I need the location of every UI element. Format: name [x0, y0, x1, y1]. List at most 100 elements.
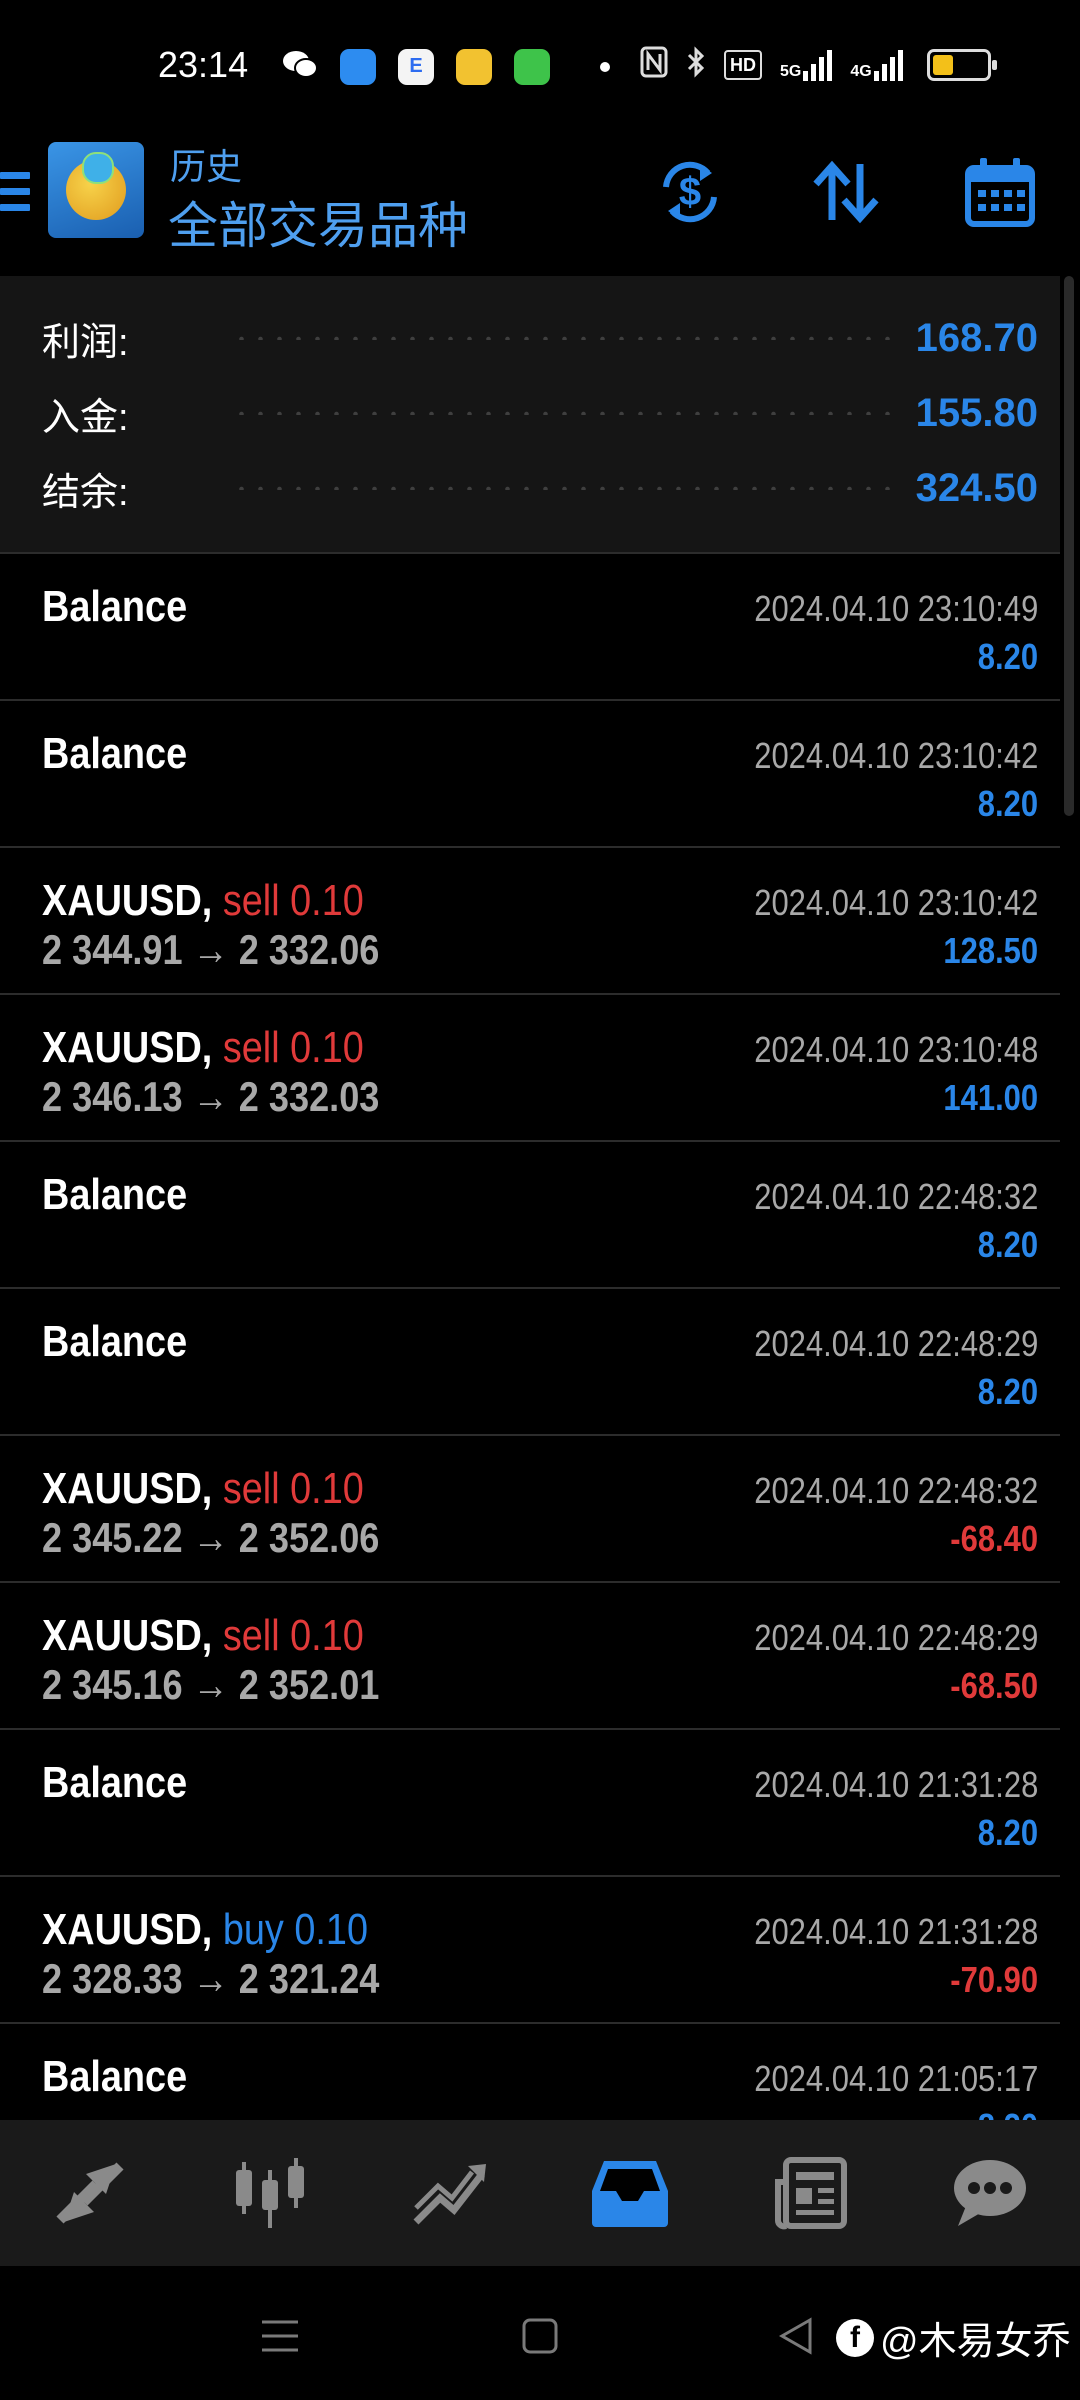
deal-volume: 0.10 [290, 1611, 364, 1660]
network-5g-label: 5G [780, 63, 802, 80]
balance-row: 结余: 324.50 [42, 458, 1038, 518]
tab-trade[interactable] [360, 2120, 540, 2266]
dollar-refresh-icon: $ [663, 161, 717, 223]
nfc-icon [640, 46, 668, 84]
deal-profit: 8.20 [977, 783, 1038, 824]
app-icon-yellow [456, 48, 492, 85]
app-header: 历史 全部交易品种 $ [0, 130, 1080, 276]
deal-row[interactable]: XAUUSD, buy 0.10 2 328.33 → 2 321.24 202… [0, 1875, 1060, 2023]
deal-prices: 2 345.16 → 2 352.01 [42, 1661, 380, 1708]
battery-icon [926, 49, 997, 81]
deal-symbol: Balance [42, 2052, 188, 2101]
tab-quotes[interactable] [0, 2120, 180, 2266]
dot-leader [232, 336, 896, 340]
deal-row[interactable]: Balance 2024.04.10 23:10:42 8.20 [0, 699, 1060, 847]
back-button[interactable] [766, 2306, 826, 2366]
deal-volume: 0.10 [294, 1905, 369, 1954]
deal-time: 2024.04.10 22:48:29 [753, 1323, 1038, 1364]
deal-symbol: Balance [42, 729, 188, 778]
deal-time: 2024.04.10 23:10:48 [753, 1029, 1038, 1070]
more-notifications-dot [600, 61, 610, 72]
deal-time: 2024.04.10 23:10:42 [753, 882, 1038, 923]
candlestick-chart-icon [236, 2158, 304, 2228]
tab-chat[interactable] [900, 2120, 1080, 2266]
hd-badge: HD [724, 50, 762, 80]
deal-side: sell [222, 876, 280, 925]
deal-profit: -70.90 [950, 1959, 1038, 2000]
deal-row[interactable]: Balance 2024.04.10 21:31:28 8.20 [0, 1728, 1060, 1876]
deal-side: sell [222, 1611, 280, 1660]
profit-value: 168.70 [915, 315, 1038, 360]
bluetooth-icon [686, 46, 706, 84]
deal-profit: -68.50 [950, 1665, 1038, 1706]
balance-label: 结余: [42, 471, 129, 514]
deal-side: buy [222, 1905, 284, 1954]
app-icon-white: E [398, 48, 434, 85]
deal-row[interactable]: Balance 2024.04.10 23:10:49 8.20 [0, 552, 1060, 700]
sort-arrows-icon [813, 160, 879, 224]
deal-time: 2024.04.10 22:48:32 [753, 1176, 1038, 1217]
deal-row[interactable]: XAUUSD, sell 0.10 2 344.91 → 2 332.06 20… [0, 846, 1060, 994]
deal-time: 2024.04.10 23:10:49 [753, 588, 1038, 629]
deposit-label: 入金: [42, 396, 129, 439]
watermark: f @木易女乔 [836, 2310, 1071, 2365]
deal-profit: 8.20 [978, 2106, 1038, 2120]
deal-profit: 128.50 [943, 930, 1038, 971]
sort-button[interactable] [806, 152, 886, 232]
network-4g-label: 4G [850, 63, 872, 80]
deal-profit: 8.20 [977, 636, 1038, 677]
deal-volume: 0.10 [290, 876, 364, 925]
home-button[interactable] [510, 2306, 570, 2366]
status-bar: 23:14 E HD 5G 4G [0, 0, 1080, 130]
history-summary: 利润: 168.70 入金: 155.80 结余: 324.50 [0, 276, 1060, 552]
svg-text:$: $ [679, 170, 701, 214]
tab-chart[interactable] [180, 2120, 360, 2266]
deal-volume: 0.10 [290, 1023, 364, 1072]
deal-time: 2024.04.10 22:48:32 [753, 1470, 1038, 1511]
deal-row[interactable]: XAUUSD, sell 0.10 2 345.22 → 2 352.06 20… [0, 1434, 1060, 1582]
recents-button[interactable] [250, 2306, 310, 2366]
back-triangle-icon [778, 2317, 812, 2355]
page-title[interactable]: 全部交易品种 [168, 186, 468, 258]
deal-prices: 2 328.33 → 2 321.24 [42, 1955, 380, 2002]
calendar-button[interactable] [960, 152, 1040, 232]
deal-prices: 2 345.22 → 2 352.06 [42, 1514, 380, 1561]
deal-symbol: XAUUSD, [42, 1905, 213, 1954]
deal-row[interactable]: Balance 2024.04.10 21:05:17 8.20 [0, 2022, 1060, 2120]
deposit-value: 155.80 [915, 390, 1038, 435]
wechat-icon [282, 48, 318, 85]
deal-row[interactable]: Balance 2024.04.10 22:48:32 8.20 [0, 1140, 1060, 1288]
metatrader-logo [48, 142, 144, 238]
system-nav-bar: f @木易女乔 [0, 2266, 1080, 2400]
history-inbox-icon [592, 2161, 668, 2227]
deal-row[interactable]: XAUUSD, sell 0.10 2 345.16 → 2 352.01 20… [0, 1581, 1060, 1729]
deal-symbol: Balance [42, 1170, 188, 1219]
deal-profit: 8.20 [977, 1371, 1038, 1412]
deal-time: 2024.04.10 21:05:17 [753, 2058, 1038, 2099]
deals-list: Balance 2024.04.10 23:10:49 8.20 Balance… [0, 552, 1060, 2120]
square-home-icon [522, 2318, 558, 2354]
app-icon-blue [340, 48, 376, 85]
deal-symbol: XAUUSD, [42, 876, 213, 925]
deal-profit: -68.40 [950, 1518, 1038, 1559]
deal-volume: 0.10 [290, 1464, 364, 1513]
currency-filter-button[interactable]: $ [650, 152, 730, 232]
scrollbar[interactable] [1064, 276, 1074, 816]
deal-prices: 2 344.91 → 2 332.06 [42, 926, 380, 973]
tab-news[interactable] [720, 2120, 900, 2266]
deal-time: 2024.04.10 22:48:29 [753, 1617, 1038, 1658]
facebook-logo-icon: f [836, 2318, 874, 2357]
deal-time: 2024.04.10 21:31:28 [753, 1764, 1038, 1805]
deal-symbol: Balance [42, 1317, 188, 1366]
status-time: 23:14 [158, 44, 249, 85]
deposit-row: 入金: 155.80 [42, 383, 1038, 443]
tab-history[interactable] [540, 2120, 720, 2266]
calendar-icon [965, 158, 1035, 227]
deal-row[interactable]: XAUUSD, sell 0.10 2 346.13 → 2 332.03 20… [0, 993, 1060, 1141]
deal-prices: 2 346.13 → 2 332.03 [42, 1073, 380, 1120]
signal-5g-icon [803, 49, 833, 81]
deal-row[interactable]: Balance 2024.04.10 22:48:29 8.20 [0, 1287, 1060, 1435]
deal-symbol: XAUUSD, [42, 1464, 213, 1513]
menu-icon[interactable] [0, 172, 30, 218]
deal-profit: 141.00 [943, 1077, 1038, 1118]
